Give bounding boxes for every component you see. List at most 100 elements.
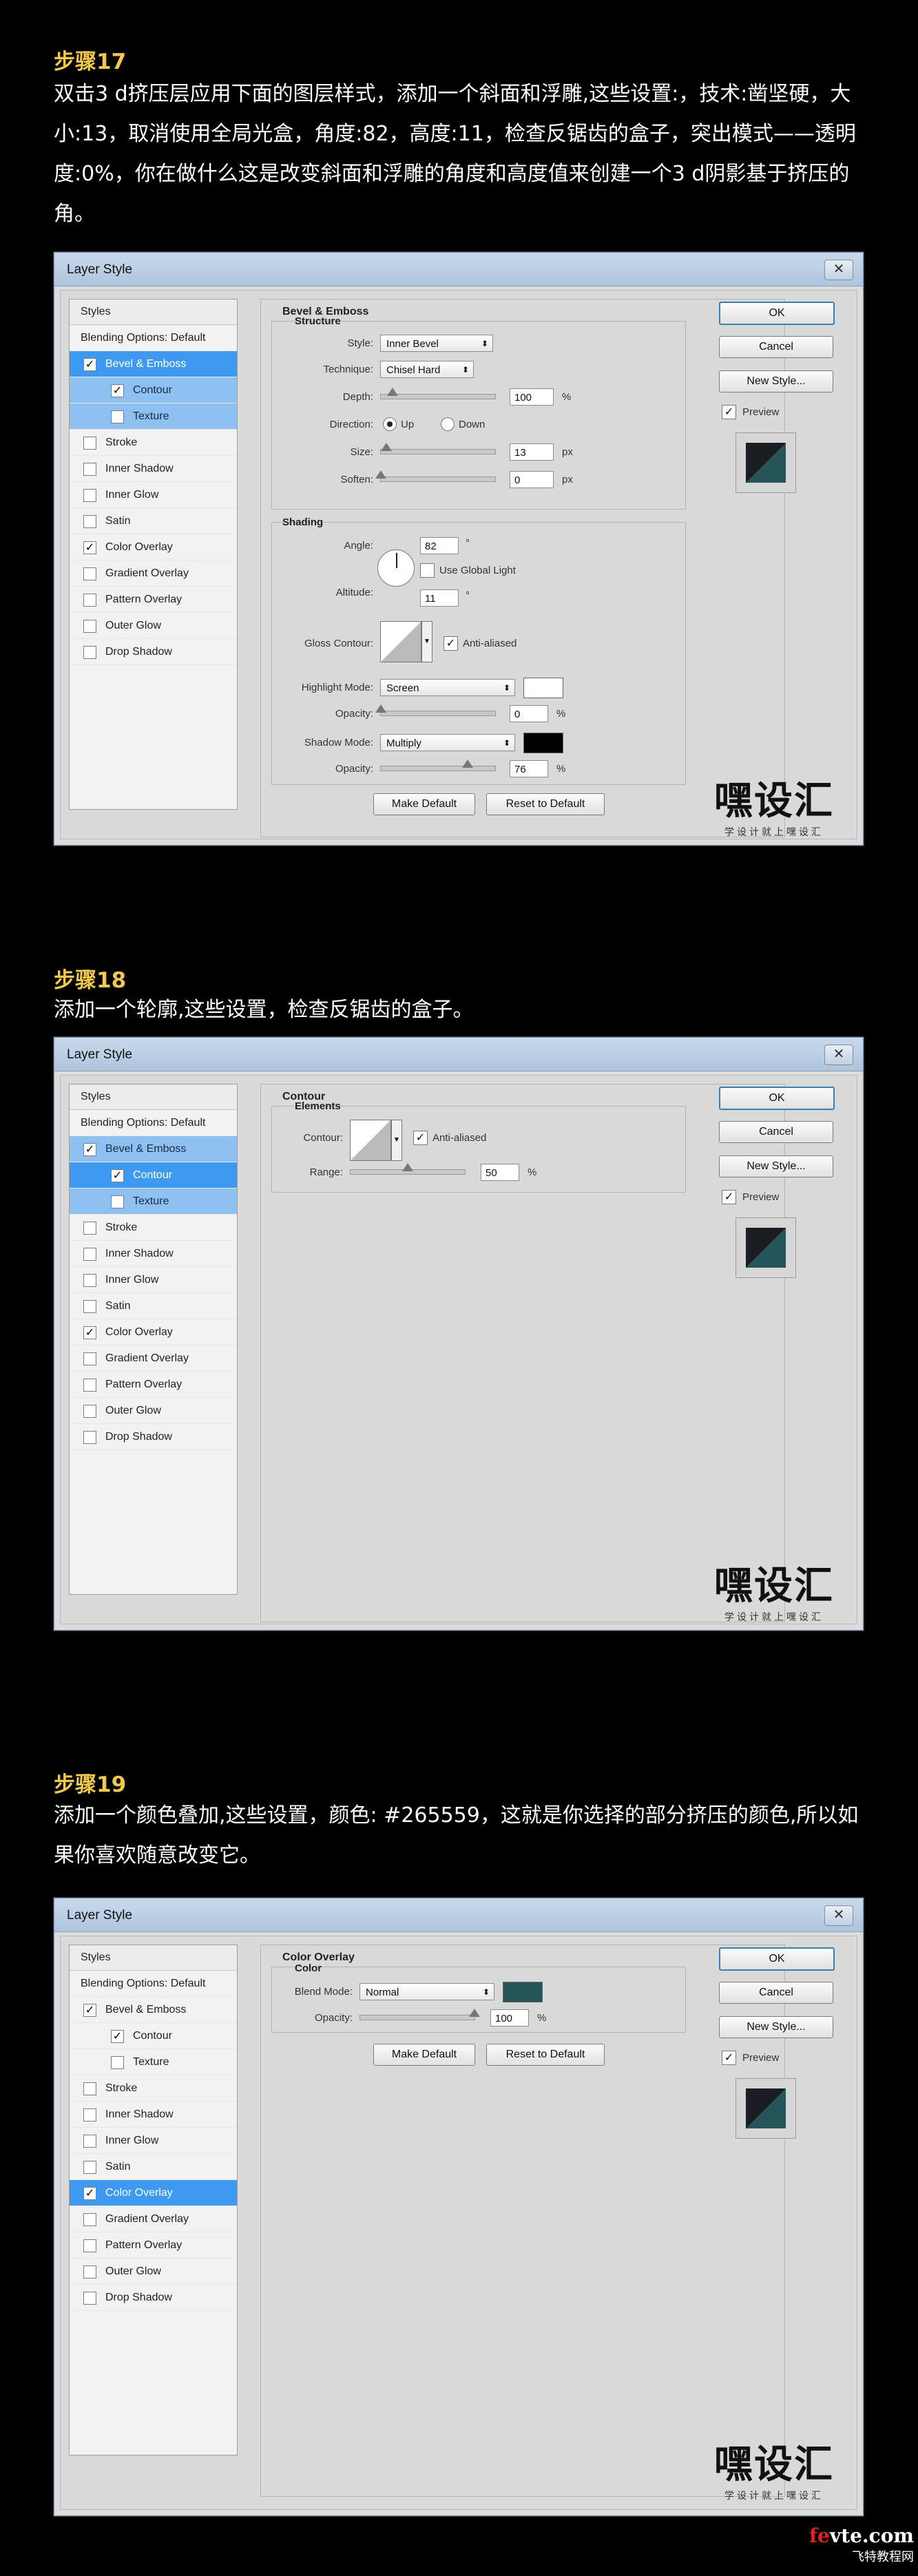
style-item-inner-glow[interactable]: Inner Glow bbox=[70, 2128, 237, 2154]
style-item-texture[interactable]: Texture bbox=[70, 2049, 237, 2075]
checkbox-icon[interactable] bbox=[83, 1352, 96, 1365]
overlay-color-swatch[interactable] bbox=[503, 1982, 543, 2002]
checkbox-icon[interactable]: ✓ bbox=[83, 541, 96, 554]
blending-options[interactable]: Blending Options: Default bbox=[70, 325, 237, 351]
checkbox-icon[interactable] bbox=[83, 463, 96, 476]
checkbox-icon[interactable] bbox=[83, 594, 96, 607]
style-item-satin[interactable]: Satin bbox=[70, 508, 237, 534]
checkbox-icon[interactable] bbox=[83, 1274, 96, 1287]
style-item-drop-shadow[interactable]: Drop Shadow bbox=[70, 2285, 237, 2311]
ok-button[interactable]: OK bbox=[719, 1947, 835, 1971]
checkbox-icon[interactable] bbox=[83, 620, 96, 633]
preview-checkbox[interactable]: ✓ bbox=[722, 405, 736, 419]
slider-thumb[interactable] bbox=[462, 760, 474, 768]
style-item-pattern-overlay[interactable]: Pattern Overlay bbox=[70, 587, 237, 613]
depth-input[interactable]: 100 bbox=[510, 388, 554, 406]
style-item-outer-glow[interactable]: Outer Glow bbox=[70, 1398, 237, 1424]
opacity-slider[interactable] bbox=[359, 2009, 480, 2020]
style-item-texture[interactable]: Texture bbox=[70, 404, 237, 430]
style-select[interactable]: Inner Bevel ⬍ bbox=[380, 335, 493, 352]
preview-checkbox[interactable]: ✓ bbox=[722, 2051, 736, 2065]
checkbox-icon[interactable] bbox=[83, 2292, 96, 2305]
shadow-color-swatch[interactable] bbox=[523, 733, 563, 753]
new-style-button[interactable]: New Style... bbox=[719, 370, 833, 392]
slider-thumb[interactable] bbox=[381, 443, 393, 451]
make-default-button[interactable]: Make Default bbox=[373, 2044, 475, 2066]
highlight-opacity-slider[interactable] bbox=[375, 704, 496, 716]
cancel-button[interactable]: Cancel bbox=[719, 1982, 833, 2004]
ok-button[interactable]: OK bbox=[719, 302, 835, 325]
highlight-color-swatch[interactable] bbox=[523, 678, 563, 698]
checkbox-icon[interactable]: ✓ bbox=[83, 1326, 96, 1339]
reset-default-button[interactable]: Reset to Default bbox=[486, 793, 605, 815]
style-item-gradient-overlay[interactable]: Gradient Overlay bbox=[70, 2206, 237, 2232]
angle-input[interactable]: 82 bbox=[420, 537, 459, 554]
opacity-input[interactable]: 100 bbox=[490, 2009, 529, 2027]
shadow-mode-select[interactable]: Multiply ⬍ bbox=[380, 734, 515, 751]
ok-button[interactable]: OK bbox=[719, 1087, 835, 1110]
checkbox-icon[interactable] bbox=[83, 515, 96, 528]
checkbox-icon[interactable]: ✓ bbox=[83, 358, 96, 371]
style-item-bevel[interactable]: ✓ Bevel & Emboss bbox=[70, 1136, 237, 1162]
contour-picker[interactable] bbox=[350, 1120, 391, 1161]
style-item-bevel[interactable]: ✓ Bevel & Emboss bbox=[70, 1997, 237, 2023]
blending-options[interactable]: Blending Options: Default bbox=[70, 1110, 237, 1136]
depth-slider[interactable] bbox=[380, 388, 496, 399]
global-light-checkbox[interactable] bbox=[420, 563, 435, 578]
checkbox-icon[interactable] bbox=[83, 2239, 96, 2252]
checkbox-icon[interactable] bbox=[83, 1222, 96, 1235]
style-item-outer-glow[interactable]: Outer Glow bbox=[70, 613, 237, 639]
shadow-opacity-slider[interactable] bbox=[380, 760, 496, 771]
checkbox-icon[interactable]: ✓ bbox=[111, 2030, 124, 2043]
slider-thumb[interactable] bbox=[375, 470, 386, 479]
angle-dial[interactable] bbox=[377, 549, 415, 587]
style-item-inner-shadow[interactable]: Inner Shadow bbox=[70, 1241, 237, 1267]
style-item-gradient-overlay[interactable]: Gradient Overlay bbox=[70, 561, 237, 587]
style-item-inner-glow[interactable]: Inner Glow bbox=[70, 1267, 237, 1293]
checkbox-icon[interactable] bbox=[83, 437, 96, 450]
checkbox-icon[interactable] bbox=[83, 1300, 96, 1313]
technique-select[interactable]: Chisel Hard ⬍ bbox=[380, 361, 474, 378]
highlight-opacity-input[interactable]: 0 bbox=[510, 705, 548, 722]
direction-up-radio[interactable] bbox=[383, 417, 397, 431]
size-input[interactable]: 13 bbox=[510, 443, 554, 461]
close-button[interactable]: ✕ bbox=[824, 260, 853, 280]
preview-checkbox[interactable]: ✓ bbox=[722, 1190, 736, 1204]
anti-aliased-checkbox[interactable]: ✓ bbox=[413, 1131, 428, 1145]
style-item-contour[interactable]: ✓ Contour bbox=[70, 377, 237, 404]
styles-header[interactable]: Styles bbox=[70, 1945, 237, 1971]
style-item-contour[interactable]: ✓ Contour bbox=[70, 2023, 237, 2049]
highlight-mode-select[interactable]: Screen ⬍ bbox=[380, 679, 515, 696]
checkbox-icon[interactable] bbox=[83, 2108, 96, 2122]
slider-thumb[interactable] bbox=[402, 1163, 413, 1171]
checkbox-icon[interactable] bbox=[83, 2135, 96, 2148]
checkbox-icon[interactable] bbox=[83, 2161, 96, 2174]
style-item-inner-glow[interactable]: Inner Glow bbox=[70, 482, 237, 508]
checkbox-icon[interactable] bbox=[83, 2082, 96, 2095]
blend-mode-select[interactable]: Normal ⬍ bbox=[359, 1983, 494, 2000]
altitude-input[interactable]: 11 bbox=[420, 589, 459, 607]
close-button[interactable]: ✕ bbox=[824, 1045, 853, 1065]
slider-thumb[interactable] bbox=[469, 2009, 480, 2017]
checkbox-icon[interactable] bbox=[83, 1379, 96, 1392]
slider-thumb[interactable] bbox=[375, 704, 386, 713]
checkbox-icon[interactable]: ✓ bbox=[83, 2187, 96, 2200]
slider-thumb[interactable] bbox=[386, 388, 398, 396]
checkbox-icon[interactable]: ✓ bbox=[83, 2004, 96, 2017]
range-slider[interactable] bbox=[350, 1163, 466, 1175]
checkbox-icon[interactable] bbox=[83, 567, 96, 580]
cancel-button[interactable]: Cancel bbox=[719, 1121, 833, 1143]
style-item-bevel[interactable]: ✓ Bevel & Emboss bbox=[70, 351, 237, 377]
checkbox-icon[interactable] bbox=[83, 2265, 96, 2279]
style-item-color-overlay[interactable]: ✓ Color Overlay bbox=[70, 2180, 237, 2206]
style-item-gradient-overlay[interactable]: Gradient Overlay bbox=[70, 1345, 237, 1372]
checkbox-icon[interactable] bbox=[83, 1431, 96, 1444]
make-default-button[interactable]: Make Default bbox=[373, 793, 475, 815]
new-style-button[interactable]: New Style... bbox=[719, 1155, 833, 1177]
style-item-pattern-overlay[interactable]: Pattern Overlay bbox=[70, 2232, 237, 2259]
range-input[interactable]: 50 bbox=[481, 1164, 519, 1181]
style-item-color-overlay[interactable]: ✓ Color Overlay bbox=[70, 534, 237, 561]
checkbox-icon[interactable] bbox=[111, 1195, 124, 1208]
checkbox-icon[interactable]: ✓ bbox=[111, 1169, 124, 1182]
style-item-inner-shadow[interactable]: Inner Shadow bbox=[70, 2102, 237, 2128]
